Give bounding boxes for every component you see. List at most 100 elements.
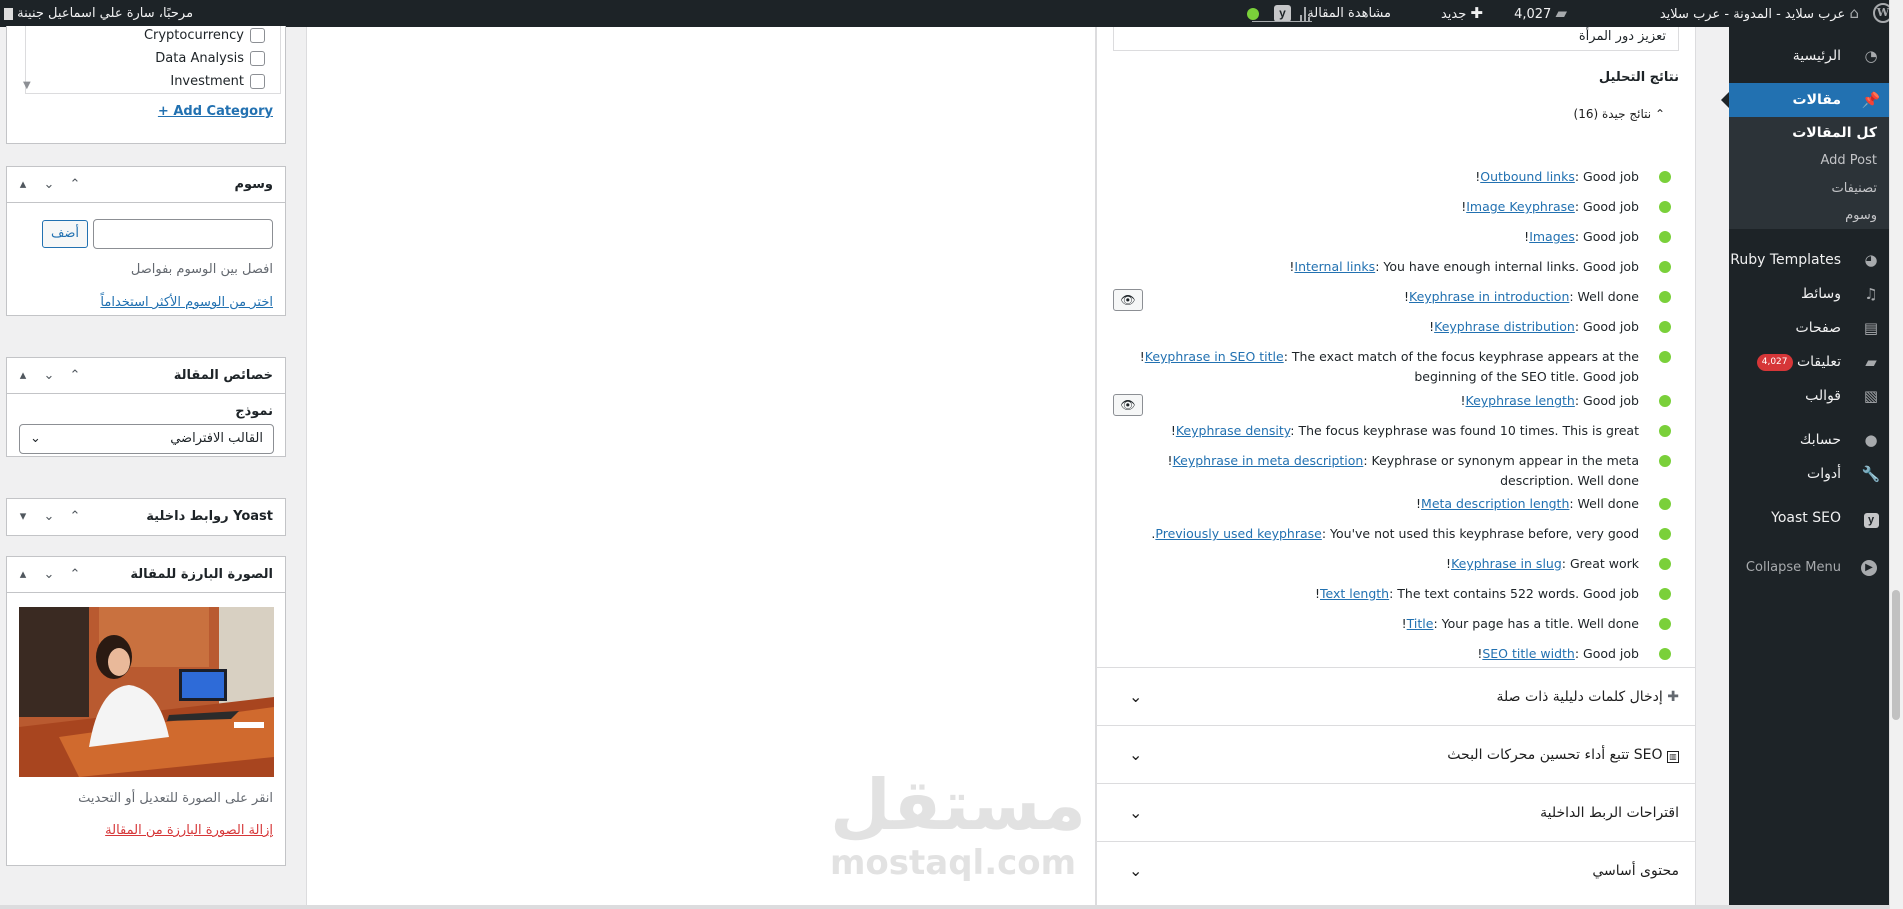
good-results-toggle[interactable]: نتائج جيدة (16) ⌃: [1574, 107, 1666, 121]
menu-item-ruby-templates[interactable]: ◕ Ruby Templates: [1729, 243, 1889, 277]
box-handles: ▴ ⌄ ⌃: [13, 366, 85, 386]
move-down-icon[interactable]: ⌄: [39, 366, 59, 386]
site-name-label: عرب سلايد - المدونة - عرب سلايد: [1659, 7, 1846, 22]
highlight-eye-button[interactable]: 👁: [1113, 394, 1143, 416]
submenu-tags[interactable]: وسوم: [1845, 208, 1877, 223]
category-checkbox[interactable]: [250, 51, 265, 66]
site-name-link[interactable]: عرب سلايد - المدونة - عرب سلايد ⌂: [1660, 0, 1859, 27]
move-down-icon[interactable]: ⌄: [39, 175, 59, 195]
good-results-label: نتائج جيدة (16): [1573, 107, 1652, 121]
result-message: : You've not used this keyphrase before,…: [1321, 526, 1639, 541]
my-account-link[interactable]: مرحبًا، سارة علي اسماعيل جنينة: [4, 0, 193, 27]
featured-image-thumbnail[interactable]: [19, 607, 274, 777]
menu-label: الرئيسية: [1792, 48, 1841, 64]
result-assessment-link[interactable]: Meta description length: [1421, 496, 1569, 511]
result-assessment-link[interactable]: Keyphrase in SEO title: [1145, 349, 1284, 364]
good-score-dot-icon: [1659, 395, 1671, 407]
submenu-add-post[interactable]: Add Post: [1820, 153, 1877, 168]
menu-item-tools[interactable]: 🔧 أدوات: [1729, 457, 1889, 491]
move-up-icon[interactable]: ⌃: [65, 565, 85, 585]
result-assessment-link[interactable]: Outbound links: [1480, 169, 1575, 184]
tags-box-header[interactable]: وسوم ▴ ⌄ ⌃: [7, 167, 285, 203]
result-assessment-link[interactable]: Title: [1407, 616, 1434, 631]
cornerstone-content-section[interactable]: محتوى أساسي ⌄: [1097, 841, 1695, 899]
result-text: !Meta description length: Well done: [1119, 494, 1639, 514]
menu-item-comments[interactable]: ▰ 4,027 تعليقات: [1729, 345, 1889, 379]
result-text: !Text length: The text contains 522 word…: [1119, 584, 1639, 604]
result-message: : Good job: [1574, 229, 1639, 244]
move-up-icon[interactable]: ⌃: [65, 175, 85, 195]
good-score-dot-icon: [1659, 321, 1671, 333]
result-assessment-link[interactable]: Previously used keyphrase: [1155, 526, 1321, 541]
result-assessment-link[interactable]: Keyphrase density: [1176, 423, 1290, 438]
result-message: : Well done: [1569, 289, 1639, 304]
good-score-dot-icon: [1659, 351, 1671, 363]
related-keyphrase-section[interactable]: إدخال كلمات دليلية ذات صلة ✚ ⌄: [1097, 667, 1695, 725]
move-up-icon[interactable]: ⌃: [65, 507, 85, 527]
submenu-categories[interactable]: تصنيفات: [1831, 181, 1877, 196]
result-assessment-link[interactable]: Keyphrase in slug: [1451, 556, 1562, 571]
good-score-dot-icon: [1659, 588, 1671, 600]
menu-item-posts[interactable]: 📌 مقالات: [1721, 83, 1889, 117]
result-assessment-link[interactable]: Keyphrase length: [1466, 393, 1575, 408]
move-down-icon[interactable]: ⌄: [39, 565, 59, 585]
toggle-panel-icon[interactable]: ▾: [13, 507, 33, 527]
scrollbar-thumb[interactable]: [1892, 590, 1900, 720]
post-attributes-box: خصائص المقالة ▴ ⌄ ⌃ نموذج القالب الافترا…: [6, 357, 286, 457]
highlight-eye-button[interactable]: 👁: [1113, 289, 1143, 311]
result-assessment-link[interactable]: Keyphrase in meta description: [1173, 453, 1364, 468]
chevron-down-icon: ⌄: [1129, 687, 1143, 706]
toggle-panel-icon[interactable]: ▴: [13, 565, 33, 585]
view-post-link[interactable]: مشاهدة المقالة: [1307, 0, 1391, 27]
good-score-dot-icon: [1659, 498, 1671, 510]
section-title: محتوى أساسي: [1592, 863, 1679, 879]
featured-image-header[interactable]: الصورة البارزة للمقالة ▴ ⌄ ⌃: [7, 557, 285, 593]
result-assessment-link[interactable]: Internal links: [1294, 259, 1375, 274]
seo-tracking-section[interactable]: تتبع أداء تحسين محركات البحث SEO ▥ ⌄: [1097, 725, 1695, 783]
result-assessment-link[interactable]: SEO title width: [1482, 646, 1575, 661]
choose-tags-link[interactable]: اختر من الوسوم الأكثر استخداماً: [100, 295, 273, 310]
menu-item-yoast-seo[interactable]: y Yoast SEO: [1729, 501, 1889, 535]
plus-icon: ✚: [1470, 4, 1483, 22]
category-checkbox[interactable]: [250, 74, 265, 89]
menu-item-dashboard[interactable]: ◔ الرئيسية: [1729, 39, 1889, 73]
user-icon: ●: [1864, 431, 1878, 449]
stats-sparkline[interactable]: [1252, 6, 1312, 22]
menu-item-media[interactable]: ♫ وسائط: [1729, 277, 1889, 311]
bottom-edge: [0, 905, 1889, 909]
result-assessment-link[interactable]: Image Keyphrase: [1466, 199, 1575, 214]
menu-item-appearance[interactable]: ▧ قوالب: [1729, 379, 1889, 413]
result-assessment-link[interactable]: Keyphrase distribution: [1434, 319, 1575, 334]
template-select[interactable]: القالب الافتراضي ⌄: [19, 424, 274, 454]
result-assessment-link[interactable]: Text length: [1320, 586, 1389, 601]
toggle-panel-icon[interactable]: ▴: [13, 366, 33, 386]
internal-linking-suggestions-section[interactable]: اقتراحات الربط الداخلية ⌄: [1097, 783, 1695, 841]
remove-featured-image-link[interactable]: إزالة الصورة البارزة من المقالة: [105, 823, 273, 838]
result-assessment-link[interactable]: Keyphrase in introduction: [1409, 289, 1569, 304]
collapse-menu-button[interactable]: Collapse Menu ▶: [1729, 551, 1889, 585]
move-down-icon[interactable]: ⌄: [39, 507, 59, 527]
post-attributes-header[interactable]: خصائص المقالة ▴ ⌄ ⌃: [7, 358, 285, 394]
watermark: مستقل mostaql.com: [830, 770, 1086, 880]
category-item[interactable]: Data Analysis: [155, 51, 265, 66]
new-content-link[interactable]: جديد ✚: [1441, 0, 1483, 27]
comments-link[interactable]: 4,027 ▰: [1514, 0, 1567, 27]
analysis-results-heading: نتائج التحليل: [1598, 70, 1679, 85]
new-tag-input[interactable]: [93, 219, 273, 249]
menu-item-profile[interactable]: ● حسابك: [1729, 423, 1889, 457]
add-category-link[interactable]: + Add Category: [158, 104, 273, 119]
page-scrollbar[interactable]: [1889, 0, 1903, 909]
submenu-all-posts[interactable]: كل المقالات: [1792, 125, 1877, 141]
category-item[interactable]: Investment: [170, 74, 265, 89]
toggle-panel-icon[interactable]: ▴: [13, 175, 33, 195]
add-tag-button[interactable]: أضف: [42, 220, 88, 248]
category-checkbox[interactable]: [250, 28, 265, 43]
menu-item-pages[interactable]: ▤ صفحات: [1729, 311, 1889, 345]
yoast-links-header[interactable]: روابط داخلية Yoast ▾ ⌄ ⌃: [7, 499, 285, 535]
focus-keyphrase-input[interactable]: تعزيز دور المرأة: [1113, 27, 1679, 51]
resize-arrow-icon[interactable]: ▼: [23, 80, 31, 91]
result-assessment-link[interactable]: Images: [1529, 229, 1575, 244]
move-up-icon[interactable]: ⌃: [65, 366, 85, 386]
category-item[interactable]: Cryptocurrency: [144, 28, 265, 43]
tags-title: وسوم: [234, 177, 273, 192]
